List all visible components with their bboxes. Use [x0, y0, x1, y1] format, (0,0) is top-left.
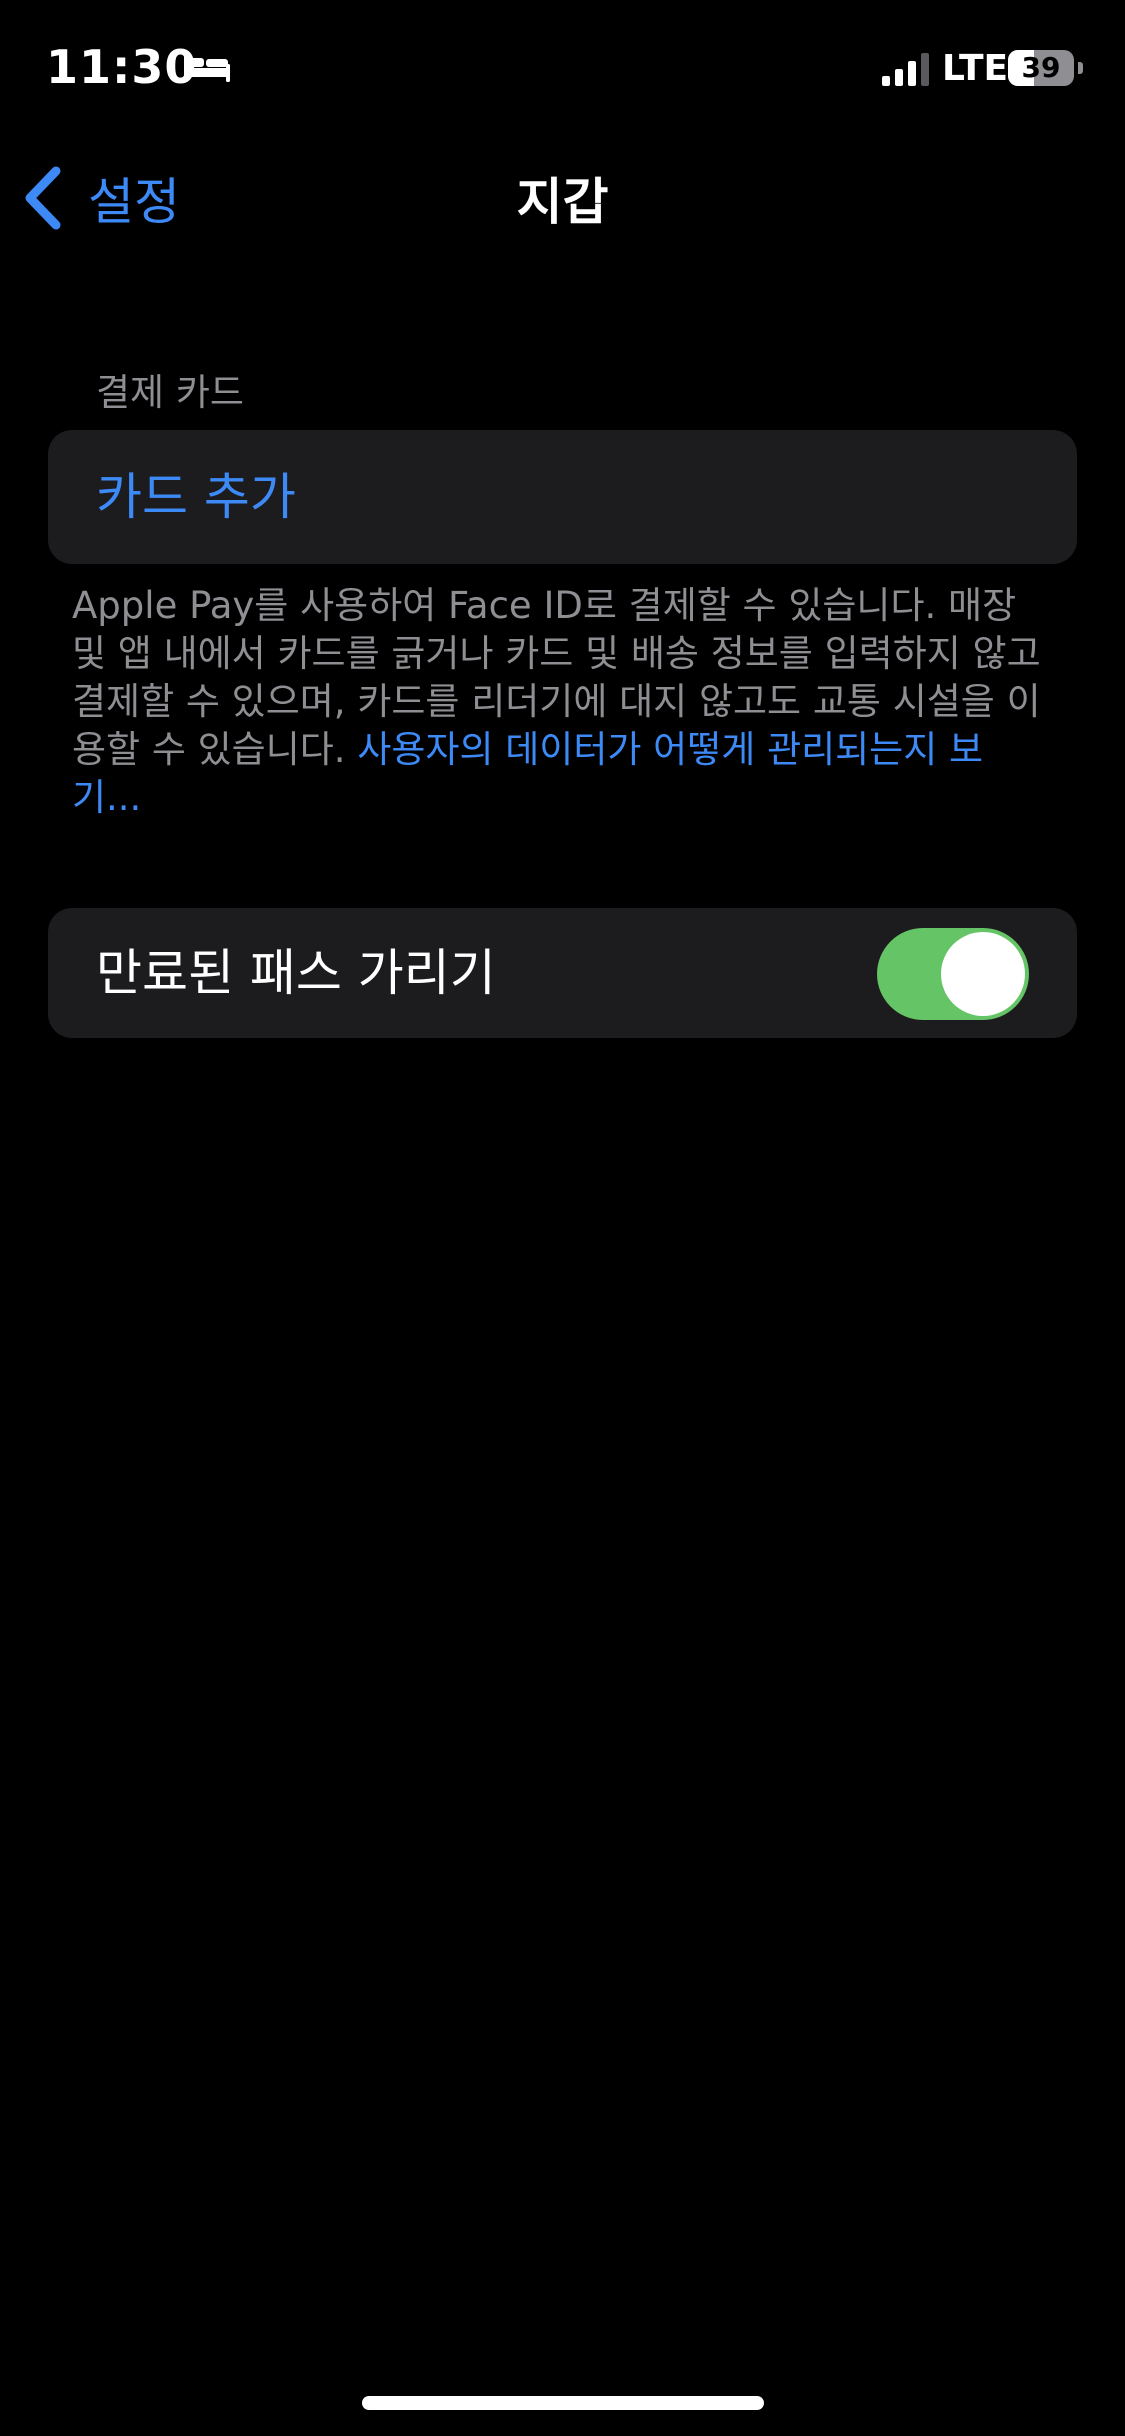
bed-icon [184, 53, 230, 82]
battery-cap [1078, 62, 1083, 74]
status-time: 11:30 [46, 40, 198, 94]
network-type: LTE [942, 48, 1009, 89]
hide-expired-passes-row: 만료된 패스 가리기 [48, 908, 1077, 1038]
section-header-payment-cards: 결제 카드 [96, 371, 244, 414]
home-indicator[interactable] [362, 2396, 764, 2410]
apple-pay-description: Apple Pay를 사용하여 Face ID로 결제할 수 있습니다. 매장 … [72, 582, 1052, 822]
page-title: 지갑 [516, 173, 609, 231]
battery-indicator: 39 [1008, 50, 1083, 86]
toggle-knob [941, 932, 1025, 1016]
battery-body: 39 [1008, 50, 1074, 86]
status-bar: 11:30 LTE 39 [0, 0, 1125, 140]
cellular-signal-icon [882, 53, 929, 86]
hide-expired-passes-label: 만료된 패스 가리기 [96, 944, 496, 1002]
add-card-button[interactable]: 카드 추가 [96, 430, 296, 564]
battery-level: 39 [1021, 51, 1061, 84]
add-card-row[interactable]: 카드 추가 [48, 430, 1077, 564]
hide-expired-passes-toggle[interactable] [877, 928, 1029, 1020]
